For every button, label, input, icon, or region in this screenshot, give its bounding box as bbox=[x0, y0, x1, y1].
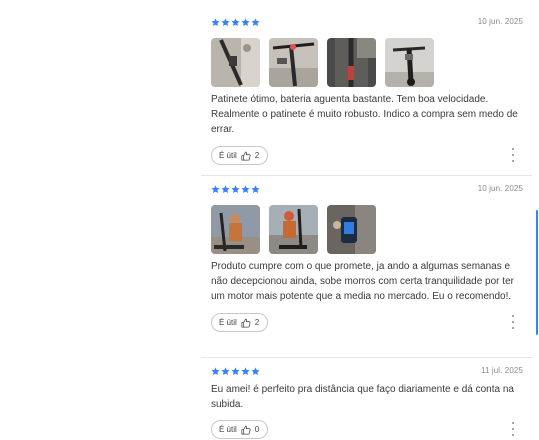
star-icon bbox=[211, 366, 220, 376]
review-photo[interactable] bbox=[211, 38, 260, 87]
star-icon bbox=[211, 184, 220, 194]
star-icon bbox=[211, 17, 220, 27]
star-rating bbox=[211, 17, 523, 27]
review-photo[interactable] bbox=[327, 38, 376, 87]
star-icon bbox=[231, 184, 240, 194]
helpful-button[interactable]: É útil 2 bbox=[211, 146, 269, 165]
scrollbar-thumb[interactable] bbox=[536, 210, 538, 335]
helpful-count: 2 bbox=[254, 151, 260, 160]
review-date: 10 jun. 2025 bbox=[477, 184, 523, 193]
more-options-icon[interactable] bbox=[511, 148, 515, 162]
review-divider bbox=[201, 175, 532, 176]
star-icon bbox=[231, 366, 240, 376]
more-options-icon[interactable] bbox=[511, 422, 515, 436]
star-rating bbox=[211, 184, 523, 194]
star-icon bbox=[251, 184, 260, 194]
review-item: 10 jun. 2025 Produto cumpre com o que pr… bbox=[211, 184, 523, 333]
star-rating bbox=[211, 366, 523, 376]
helpful-count: 0 bbox=[254, 425, 260, 434]
thumbs-up-icon bbox=[241, 318, 251, 328]
star-icon bbox=[221, 17, 230, 27]
helpful-button[interactable]: É útil 2 bbox=[211, 313, 269, 332]
review-photo[interactable] bbox=[327, 205, 376, 254]
helpful-count: 2 bbox=[254, 318, 260, 327]
helpful-label: É útil bbox=[219, 151, 237, 160]
star-icon bbox=[251, 366, 260, 376]
review-item: 11 jul. 2025 Eu amei! é perfeito pra dis… bbox=[211, 366, 523, 440]
star-icon bbox=[241, 184, 250, 194]
review-photos bbox=[211, 205, 523, 254]
review-text: Patinete ótimo, bateria aguenta bastante… bbox=[211, 94, 518, 135]
review-item: 10 jun. 2025 Patinete ótimo, bateria agu… bbox=[211, 17, 523, 166]
review-actions: É útil 2 bbox=[211, 146, 523, 166]
helpful-label: É útil bbox=[219, 425, 237, 434]
helpful-label: É útil bbox=[219, 318, 237, 327]
star-icon bbox=[251, 17, 260, 27]
review-text: Eu amei! é perfeito pra distância que fa… bbox=[211, 384, 514, 410]
review-divider bbox=[201, 357, 532, 358]
star-icon bbox=[221, 184, 230, 194]
review-text: Produto cumpre com o que promete, ja and… bbox=[211, 261, 514, 302]
review-date: 11 jul. 2025 bbox=[481, 366, 523, 375]
star-icon bbox=[241, 366, 250, 376]
review-photos bbox=[211, 38, 523, 87]
helpful-button[interactable]: É útil 0 bbox=[211, 420, 269, 439]
review-actions: É útil 2 bbox=[211, 313, 523, 333]
star-icon bbox=[241, 17, 250, 27]
star-icon bbox=[231, 17, 240, 27]
scrollbar[interactable] bbox=[533, 0, 539, 437]
review-photo[interactable] bbox=[385, 38, 434, 87]
review-photo[interactable] bbox=[211, 205, 260, 254]
more-options-icon[interactable] bbox=[511, 315, 515, 329]
review-photo[interactable] bbox=[269, 205, 318, 254]
star-icon bbox=[221, 366, 230, 376]
thumbs-up-icon bbox=[241, 425, 251, 435]
review-date: 10 jun. 2025 bbox=[477, 17, 523, 26]
thumbs-up-icon bbox=[241, 151, 251, 161]
review-photo[interactable] bbox=[269, 38, 318, 87]
review-actions: É útil 0 bbox=[211, 420, 523, 440]
